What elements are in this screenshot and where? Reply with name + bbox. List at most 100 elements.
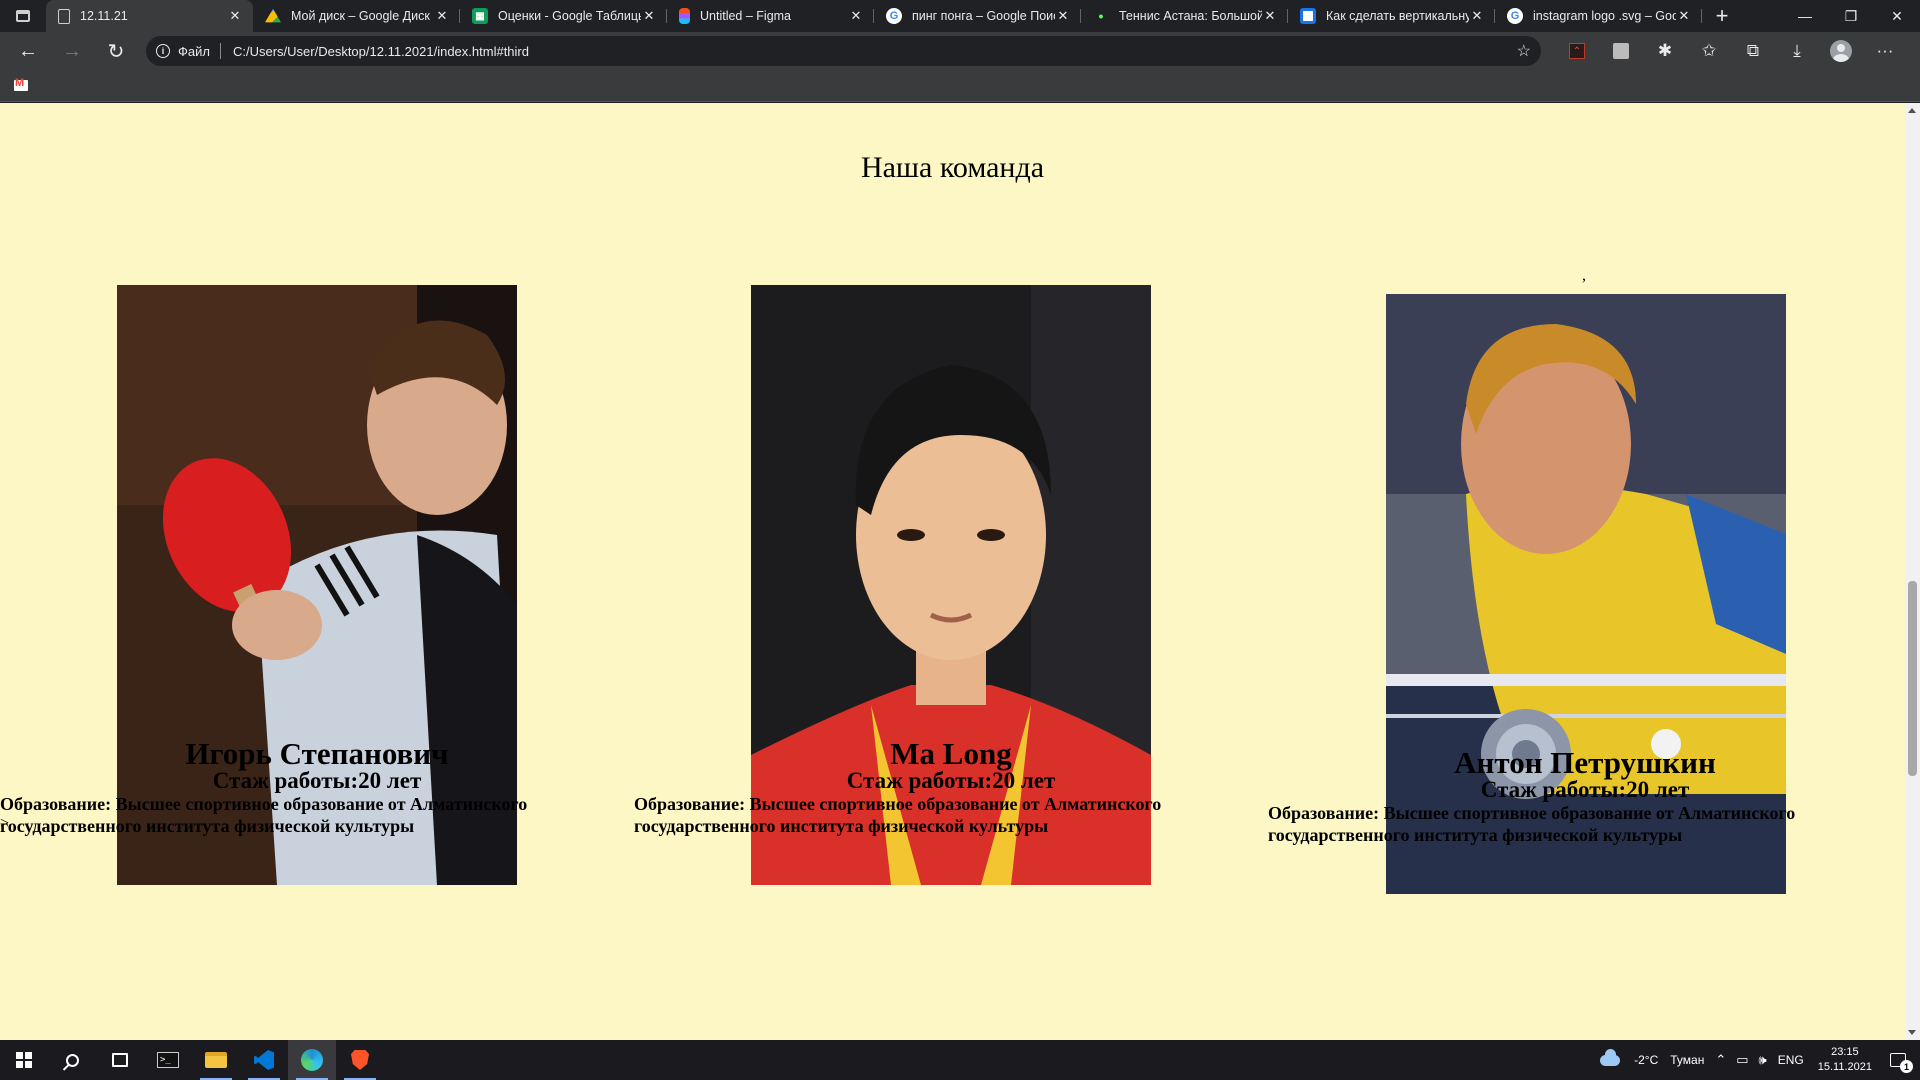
close-icon: ✕ (1891, 7, 1903, 24)
minimize-button[interactable]: — (1782, 0, 1828, 32)
tab-title: Мой диск – Google Диск (291, 9, 430, 23)
gmail-icon[interactable] (14, 77, 28, 91)
brave-app[interactable] (336, 1040, 384, 1080)
address-bar[interactable]: i Файл C:/Users/User/Desktop/12.11.2021/… (146, 36, 1541, 66)
new-tab-button[interactable]: + (1702, 0, 1742, 32)
url-text[interactable]: C:/Users/User/Desktop/12.11.2021/index.h… (233, 44, 1517, 59)
menu-button[interactable]: ··· (1863, 32, 1907, 70)
scrollbar-thumb[interactable] (1908, 581, 1917, 776)
collections-button[interactable]: ⧉ (1731, 32, 1775, 70)
member-name: Ma Long (890, 736, 1012, 771)
extension-button[interactable]: ⌃ (1555, 32, 1599, 70)
more-icon: ··· (1876, 41, 1894, 60)
google-icon: G (1507, 8, 1523, 24)
tab-tennis-astana[interactable]: • Теннис Астана: Большой ✕ (1081, 0, 1288, 32)
clock-date: 15.11.2021 (1817, 1061, 1872, 1073)
volume-icon[interactable]: 🕪 (1759, 1052, 1767, 1068)
folder-icon (205, 1052, 227, 1068)
downloads-button[interactable]: ⤓ (1775, 32, 1819, 70)
google-icon: G (886, 8, 902, 24)
chevron-up-icon[interactable]: ⌃ (1715, 1052, 1726, 1068)
divider (219, 43, 221, 59)
network-icon[interactable]: ▭ (1736, 1052, 1748, 1068)
member-name: Антон Петрушкин (1454, 745, 1716, 780)
tab-google-drive[interactable]: Мой диск – Google Диск ✕ (253, 0, 460, 32)
info-icon[interactable]: i (156, 44, 170, 58)
extension-button[interactable] (1599, 32, 1643, 70)
notification-count: 1 (1900, 1060, 1913, 1073)
tab-12-11-21[interactable]: 12.11.21 ✕ (46, 0, 253, 32)
google-drive-icon (265, 8, 281, 23)
add-favorite-icon[interactable]: ☆ (1517, 41, 1531, 61)
forward-button[interactable]: → (50, 32, 94, 70)
weather-cloud-icon[interactable] (1600, 1048, 1621, 1066)
site-dot-icon: • (1098, 8, 1104, 24)
notification-icon[interactable]: 1 (1890, 1053, 1913, 1073)
google-sheets-icon: ▦ (472, 8, 488, 24)
edge-app[interactable] (288, 1040, 336, 1080)
tab-figma[interactable]: Untitled – Figma ✕ (667, 0, 874, 32)
avatar-icon (1830, 40, 1852, 62)
favorites-button[interactable]: ✩ (1687, 32, 1731, 70)
tab-title: instagram logo .svg – Goo (1533, 9, 1676, 23)
restore-button[interactable]: ❐ (1828, 0, 1874, 32)
weather-condition[interactable]: Туман (1670, 1053, 1704, 1067)
stray-gt: > (0, 815, 10, 832)
close-icon[interactable]: ✕ (1055, 8, 1071, 24)
tab-strip: 12.11.21 ✕ Мой диск – Google Диск ✕ ▦ Оц… (0, 0, 1920, 32)
page-scrollbar[interactable] (1905, 103, 1920, 1040)
tab-instagram-logo[interactable]: G instagram logo .svg – Goo ✕ (1495, 0, 1702, 32)
search-icon (65, 1053, 79, 1067)
member-experience: Стаж работы:20 лет (212, 768, 422, 793)
download-icon: ⤓ (1793, 41, 1801, 60)
scroll-up-icon[interactable] (1908, 108, 1916, 113)
task-view-button[interactable] (96, 1040, 144, 1080)
close-icon[interactable]: ✕ (1262, 8, 1278, 24)
member-experience: Стаж работы:20 лет (846, 768, 1056, 793)
brave-icon (351, 1050, 369, 1070)
tab-title: Untitled – Figma (700, 9, 792, 23)
bookmarks-bar (0, 70, 1920, 102)
search-button[interactable] (48, 1040, 96, 1080)
tab-title: 12.11.21 (80, 9, 128, 23)
puzzle-icon: ✱ (1657, 41, 1673, 60)
tab-google-sheets[interactable]: ▦ Оценки - Google Таблицы ✕ (460, 0, 667, 32)
close-icon[interactable]: ✕ (1676, 8, 1692, 24)
member-education: Образование: Высшее спортивное образован… (0, 794, 528, 836)
weather-temp[interactable]: -2°C (1634, 1053, 1658, 1067)
tab-title: Как сделать вертикальну (1326, 9, 1469, 23)
close-icon[interactable]: ✕ (434, 8, 450, 24)
extension-red-icon: ⌃ (1569, 43, 1585, 59)
back-button[interactable]: ← (6, 32, 50, 70)
tab-vertical-how-to[interactable]: Как сделать вертикальну ✕ (1288, 0, 1495, 32)
close-icon[interactable]: ✕ (848, 8, 864, 24)
page-icon (58, 8, 70, 24)
profile-button[interactable] (1819, 32, 1863, 70)
file-explorer-app[interactable] (192, 1040, 240, 1080)
restore-icon: ❐ (1844, 7, 1858, 24)
windows-taskbar: >_ -2°C Туман ⌃ ▭ 🕪 ENG 23:15 15.11.2021… (0, 1040, 1920, 1080)
start-button[interactable] (0, 1040, 48, 1080)
clock[interactable]: 23:15 15.11.2021 (1818, 1045, 1872, 1075)
tab-actions-button[interactable] (0, 0, 46, 32)
file-scheme-label: Файл (178, 43, 210, 59)
vscode-app[interactable] (240, 1040, 288, 1080)
extensions-button[interactable]: ✱ (1643, 32, 1687, 70)
scroll-down-icon[interactable] (1908, 1030, 1916, 1035)
edge-icon (301, 1049, 323, 1071)
close-icon[interactable]: ✕ (641, 8, 657, 24)
system-tray: -2°C Туман ⌃ ▭ 🕪 ENG 23:15 15.11.2021 1 (1600, 1040, 1920, 1080)
close-window-button[interactable]: ✕ (1874, 0, 1920, 32)
collections-icon: ⧉ (1746, 41, 1760, 60)
close-icon[interactable]: ✕ (227, 8, 243, 24)
close-icon[interactable]: ✕ (1469, 8, 1485, 24)
member-education: Образование: Высшее спортивное образован… (634, 794, 1162, 836)
language-indicator[interactable]: ENG (1778, 1053, 1804, 1067)
vscode-icon (254, 1050, 274, 1070)
clock-time: 23:15 (1831, 1046, 1859, 1058)
extension-gray-icon (1613, 43, 1629, 59)
arrow-left-icon: ← (18, 39, 38, 62)
tab-google-search[interactable]: G пинг понга – Google Поиск ✕ (874, 0, 1081, 32)
terminal-app[interactable]: >_ (144, 1040, 192, 1080)
reload-button[interactable]: ↻ (94, 32, 138, 70)
